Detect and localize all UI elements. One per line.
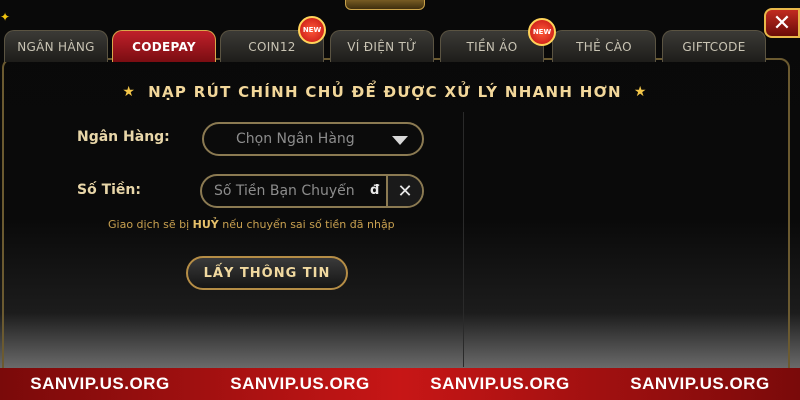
tab-codepay[interactable]: CODEPAY: [112, 30, 216, 62]
tab-ngan-hang[interactable]: NGÂN HÀNG: [4, 30, 108, 62]
fetch-info-button[interactable]: LẤY THÔNG TIN: [186, 256, 348, 290]
tab-vi-dien-tu[interactable]: VÍ ĐIỆN TỬ: [330, 30, 434, 62]
tab-bar: NGÂN HÀNG CODEPAY COIN12 VÍ ĐIỆN TỬ TIỀN…: [0, 30, 800, 62]
bank-select-value: Chọn Ngân Hàng: [236, 131, 355, 147]
amount-input[interactable]: [202, 176, 390, 206]
watermark-text: SANVIP.US.ORG: [630, 374, 770, 393]
chevron-down-icon: [392, 136, 408, 145]
amount-label: Số Tiền:: [77, 182, 141, 198]
tab-the-cao[interactable]: THẺ CÀO: [552, 30, 656, 62]
panel-border: [2, 58, 790, 368]
tab-label: TIỀN ẢO: [466, 39, 518, 54]
headline: ★ NẠP RÚT CHÍNH CHỦ ĐỂ ĐƯỢC XỬ LÝ NHANH …: [120, 80, 650, 104]
close-icon: ✕: [772, 10, 792, 36]
amount-field: đ ✕: [200, 174, 424, 208]
currency-symbol: đ: [370, 183, 380, 198]
watermark-text: SANVIP.US.ORG: [30, 374, 170, 393]
watermark-text: SANVIP.US.ORG: [430, 374, 570, 393]
watermark-bar: SANVIP.US.ORG SANVIP.US.ORG SANVIP.US.OR…: [0, 368, 800, 400]
star-icon: ★: [122, 84, 137, 100]
tab-giftcode[interactable]: GIFTCODE: [662, 30, 766, 62]
close-icon: ✕: [397, 180, 413, 202]
star-icon: ★: [633, 84, 648, 100]
star-icon: ✦: [0, 10, 11, 24]
close-button[interactable]: ✕: [764, 8, 800, 38]
tab-label: GIFTCODE: [682, 39, 746, 54]
tab-label: CODEPAY: [132, 39, 196, 54]
new-badge: NEW: [298, 16, 326, 44]
tab-label: VÍ ĐIỆN TỬ: [347, 39, 417, 54]
new-badge: NEW: [528, 18, 556, 46]
column-divider: [463, 112, 464, 367]
top-ornament: [345, 0, 425, 10]
watermark-text: SANVIP.US.ORG: [230, 374, 370, 393]
note-prefix: Giao dịch sẽ bị: [108, 218, 193, 231]
note-suffix: nếu chuyển sai số tiền đã nhập: [218, 218, 395, 231]
clear-amount-button[interactable]: ✕: [386, 176, 422, 206]
headline-text: NẠP RÚT CHÍNH CHỦ ĐỂ ĐƯỢC XỬ LÝ NHANH HƠ…: [148, 83, 622, 101]
warning-note: Giao dịch sẽ bị HUỶ nếu chuyển sai số ti…: [108, 218, 395, 231]
payment-panel: ✦ NGÂN HÀNG CODEPAY COIN12 VÍ ĐIỆN TỬ TI…: [0, 0, 800, 368]
tab-label: NGÂN HÀNG: [17, 39, 95, 54]
tab-label: COIN12: [248, 39, 296, 54]
note-emphasis: HUỶ: [192, 218, 219, 231]
bank-select[interactable]: Chọn Ngân Hàng: [202, 122, 424, 156]
tab-label: THẺ CÀO: [576, 39, 632, 54]
bank-label: Ngân Hàng:: [77, 129, 170, 145]
